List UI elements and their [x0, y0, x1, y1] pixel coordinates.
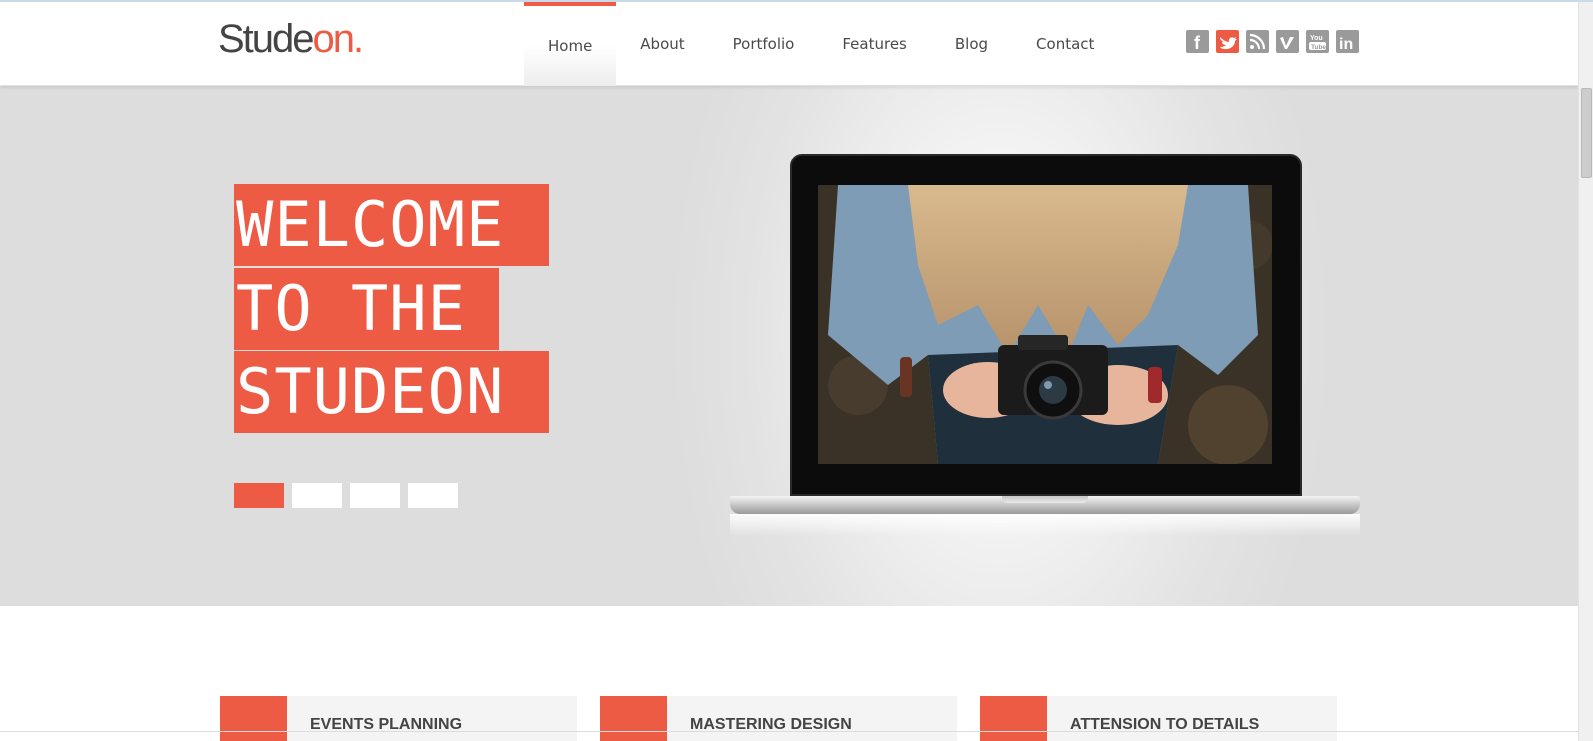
main-nav: Home About Portfolio Features Blog Conta…: [524, 2, 1118, 86]
feature-icon-box: [220, 696, 287, 741]
svg-text:in: in: [1339, 36, 1353, 53]
facebook-icon[interactable]: f: [1186, 30, 1209, 53]
nav-home[interactable]: Home: [524, 2, 617, 86]
slider-dot-3[interactable]: [350, 483, 400, 508]
hero-slider: WELCOME TO THE STUDEON: [0, 86, 1578, 606]
slider-pagination: [234, 483, 458, 508]
hero-line-2: TO THE: [234, 268, 499, 350]
vertical-scrollbar[interactable]: [1578, 2, 1593, 741]
nav-features[interactable]: Features: [818, 2, 931, 86]
svg-text:You: You: [1310, 35, 1323, 42]
laptop-notch: [1002, 496, 1088, 503]
site-logo[interactable]: Studeon.: [218, 14, 365, 64]
social-links: f You Tube in: [1186, 30, 1359, 53]
feature-icon-box: [980, 696, 1047, 741]
svg-text:f: f: [1194, 33, 1201, 53]
page: Studeon. Home About Portfolio Features B…: [0, 0, 1593, 741]
nav-about[interactable]: About: [616, 2, 708, 86]
laptop-image: [730, 154, 1360, 544]
hero-line-1: WELCOME: [234, 184, 549, 266]
nav-contact[interactable]: Contact: [1012, 2, 1118, 86]
slider-dot-1[interactable]: [234, 483, 284, 508]
feature-card-events[interactable]: EVENTS PLANNING: [220, 696, 577, 741]
feature-card-details[interactable]: ATTENSION TO DETAILS: [980, 696, 1337, 741]
youtube-icon[interactable]: You Tube: [1306, 30, 1329, 53]
nav-blog[interactable]: Blog: [931, 2, 1012, 86]
feature-icon-box: [600, 696, 667, 741]
feature-card-design[interactable]: MASTERING DESIGN: [600, 696, 957, 741]
laptop-reflection: [730, 514, 1360, 536]
logo-accent-text: on.: [312, 17, 365, 61]
slider-dot-2[interactable]: [292, 483, 342, 508]
rss-icon[interactable]: [1246, 30, 1269, 53]
nav-portfolio[interactable]: Portfolio: [709, 2, 819, 86]
slider-dot-4[interactable]: [408, 483, 458, 508]
scrollbar-thumb[interactable]: [1581, 88, 1592, 178]
vimeo-icon[interactable]: [1276, 30, 1299, 53]
laptop-screen-photo: [818, 185, 1272, 464]
hero-line-3: STUDEON: [234, 351, 549, 433]
photographer-illustration: [818, 185, 1272, 464]
logo-main-text: Stude: [218, 17, 315, 61]
site-header: Studeon. Home About Portfolio Features B…: [0, 2, 1578, 86]
window-bottom-edge: [0, 731, 1578, 732]
linkedin-icon[interactable]: in: [1336, 30, 1359, 53]
twitter-icon[interactable]: [1216, 30, 1239, 53]
svg-text:Tube: Tube: [1311, 44, 1326, 51]
